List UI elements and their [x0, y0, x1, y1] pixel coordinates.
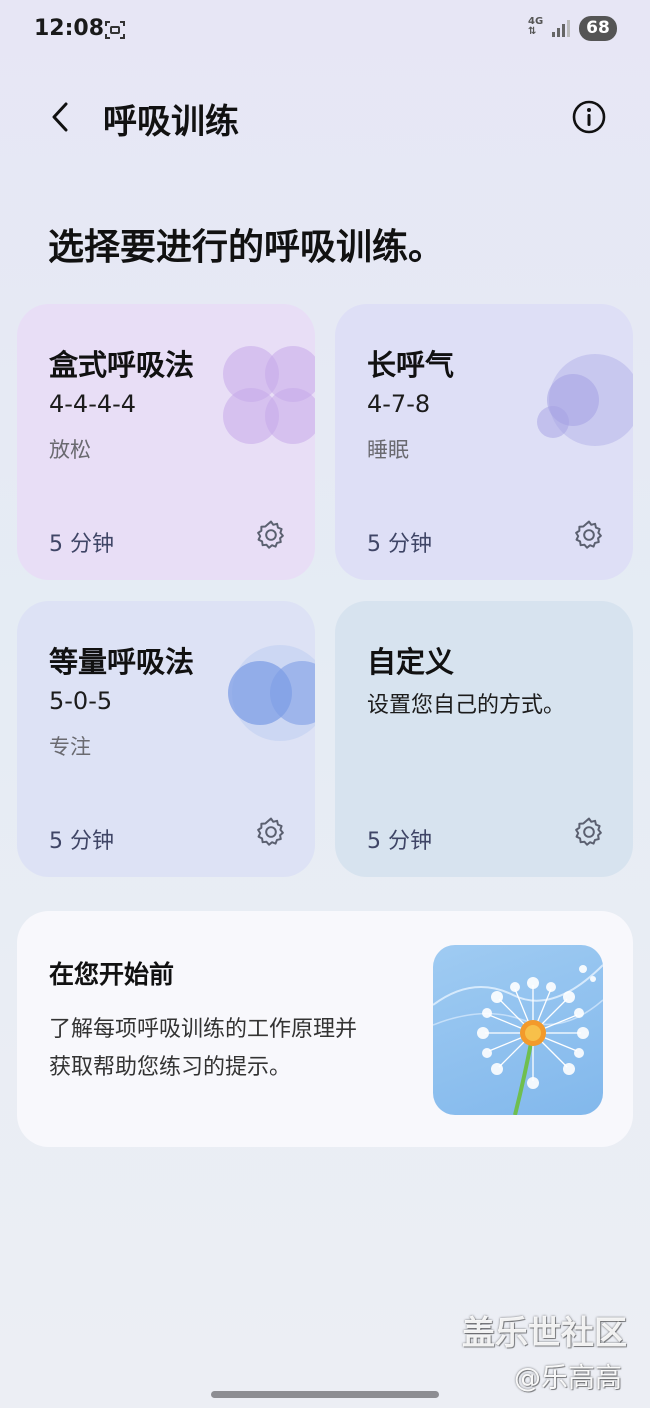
page-title: 呼吸训练 [103, 102, 239, 142]
card-duration: 5 分钟 [367, 829, 432, 854]
card-equal-breathing[interactable]: 等量呼吸法 5-0-5 专注 5 分钟 [17, 601, 315, 877]
card-purpose: 睡眠 [367, 438, 409, 462]
card-title: 等量呼吸法 [49, 645, 195, 679]
dandelion-illustration [433, 945, 603, 1115]
before-title: 在您开始前 [49, 960, 175, 989]
status-bar: 12:08 4G ⇅ 68 [0, 0, 650, 60]
settings-gear-icon[interactable] [254, 518, 288, 552]
battery-indicator: 68 [579, 16, 617, 41]
before-description-line2: 获取帮助您练习的提示。 [49, 1055, 292, 1080]
card-duration: 5 分钟 [49, 829, 114, 854]
card-description: 设置您自己的方式。 [367, 693, 566, 718]
watermark-author: @乐高高 [514, 1363, 622, 1394]
card-duration: 5 分钟 [49, 532, 114, 557]
data-arrows-icon: ⇅ [528, 26, 537, 37]
card-purpose: 放松 [49, 438, 91, 462]
card-purpose: 专注 [49, 735, 91, 759]
before-you-start-card[interactable]: 在您开始前 了解每项呼吸训练的工作原理并 获取帮助您练习的提示。 [17, 911, 633, 1147]
before-description-line1: 了解每项呼吸训练的工作原理并 [49, 1017, 358, 1042]
section-heading: 选择要进行的呼吸训练。 [48, 227, 445, 268]
watermark-community: 盖乐世社区 [462, 1313, 627, 1352]
card-duration: 5 分钟 [367, 532, 432, 557]
back-icon[interactable] [44, 100, 78, 134]
two-circles-illustration [228, 645, 315, 741]
settings-gear-icon[interactable] [572, 518, 606, 552]
app-bar: 呼吸训练 [0, 88, 650, 148]
card-title: 自定义 [367, 645, 455, 679]
card-custom[interactable]: 自定义 设置您自己的方式。 5 分钟 [335, 601, 633, 877]
card-title: 盒式呼吸法 [49, 348, 195, 382]
card-title: 长呼气 [367, 348, 455, 382]
status-time: 12:08 [34, 16, 105, 41]
info-icon[interactable] [570, 98, 608, 136]
four-circles-illustration [223, 346, 315, 444]
card-pattern: 4-4-4-4 [49, 390, 137, 418]
settings-gear-icon[interactable] [572, 815, 606, 849]
signal-icon [552, 20, 570, 37]
screenshot-icon [105, 21, 125, 39]
card-box-breathing[interactable]: 盒式呼吸法 4-4-4-4 放松 5 分钟 [17, 304, 315, 580]
overlapping-circles-illustration [537, 354, 633, 446]
card-long-exhale[interactable]: 长呼气 4-7-8 睡眠 5 分钟 [335, 304, 633, 580]
network-indicator: 4G ⇅ [528, 17, 543, 37]
home-indicator[interactable] [211, 1391, 439, 1398]
card-pattern: 5-0-5 [49, 687, 113, 715]
card-pattern: 4-7-8 [367, 390, 431, 418]
settings-gear-icon[interactable] [254, 815, 288, 849]
dandelion-icon [433, 964, 603, 1115]
